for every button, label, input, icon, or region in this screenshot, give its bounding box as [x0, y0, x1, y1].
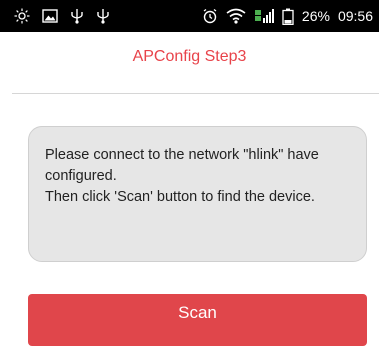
status-bar: 26% 09:56 — [0, 0, 379, 32]
instruction-message: Please connect to the network "hlink" ha… — [28, 126, 367, 262]
usb-icon — [70, 8, 84, 24]
battery-percent: 26% — [301, 8, 330, 24]
instruction-line-connect: Please connect to the network "hlink" ha… — [45, 147, 319, 184]
clock: 09:56 — [337, 8, 373, 24]
battery-icon — [282, 8, 294, 25]
alarm-icon — [202, 8, 218, 24]
header-divider — [12, 93, 379, 94]
status-bar-right: 26% 09:56 — [202, 0, 373, 32]
signal-icon — [254, 8, 274, 24]
status-bar-left — [14, 0, 110, 32]
brightness-icon — [14, 8, 30, 24]
image-icon — [42, 8, 58, 24]
wifi-icon — [226, 8, 246, 24]
page-title: APConfig Step3 — [132, 48, 247, 65]
usb-icon — [96, 8, 110, 24]
instruction-line-scan: Then click 'Scan' button to find the dev… — [45, 189, 315, 205]
scan-button[interactable]: Scan — [28, 294, 367, 346]
